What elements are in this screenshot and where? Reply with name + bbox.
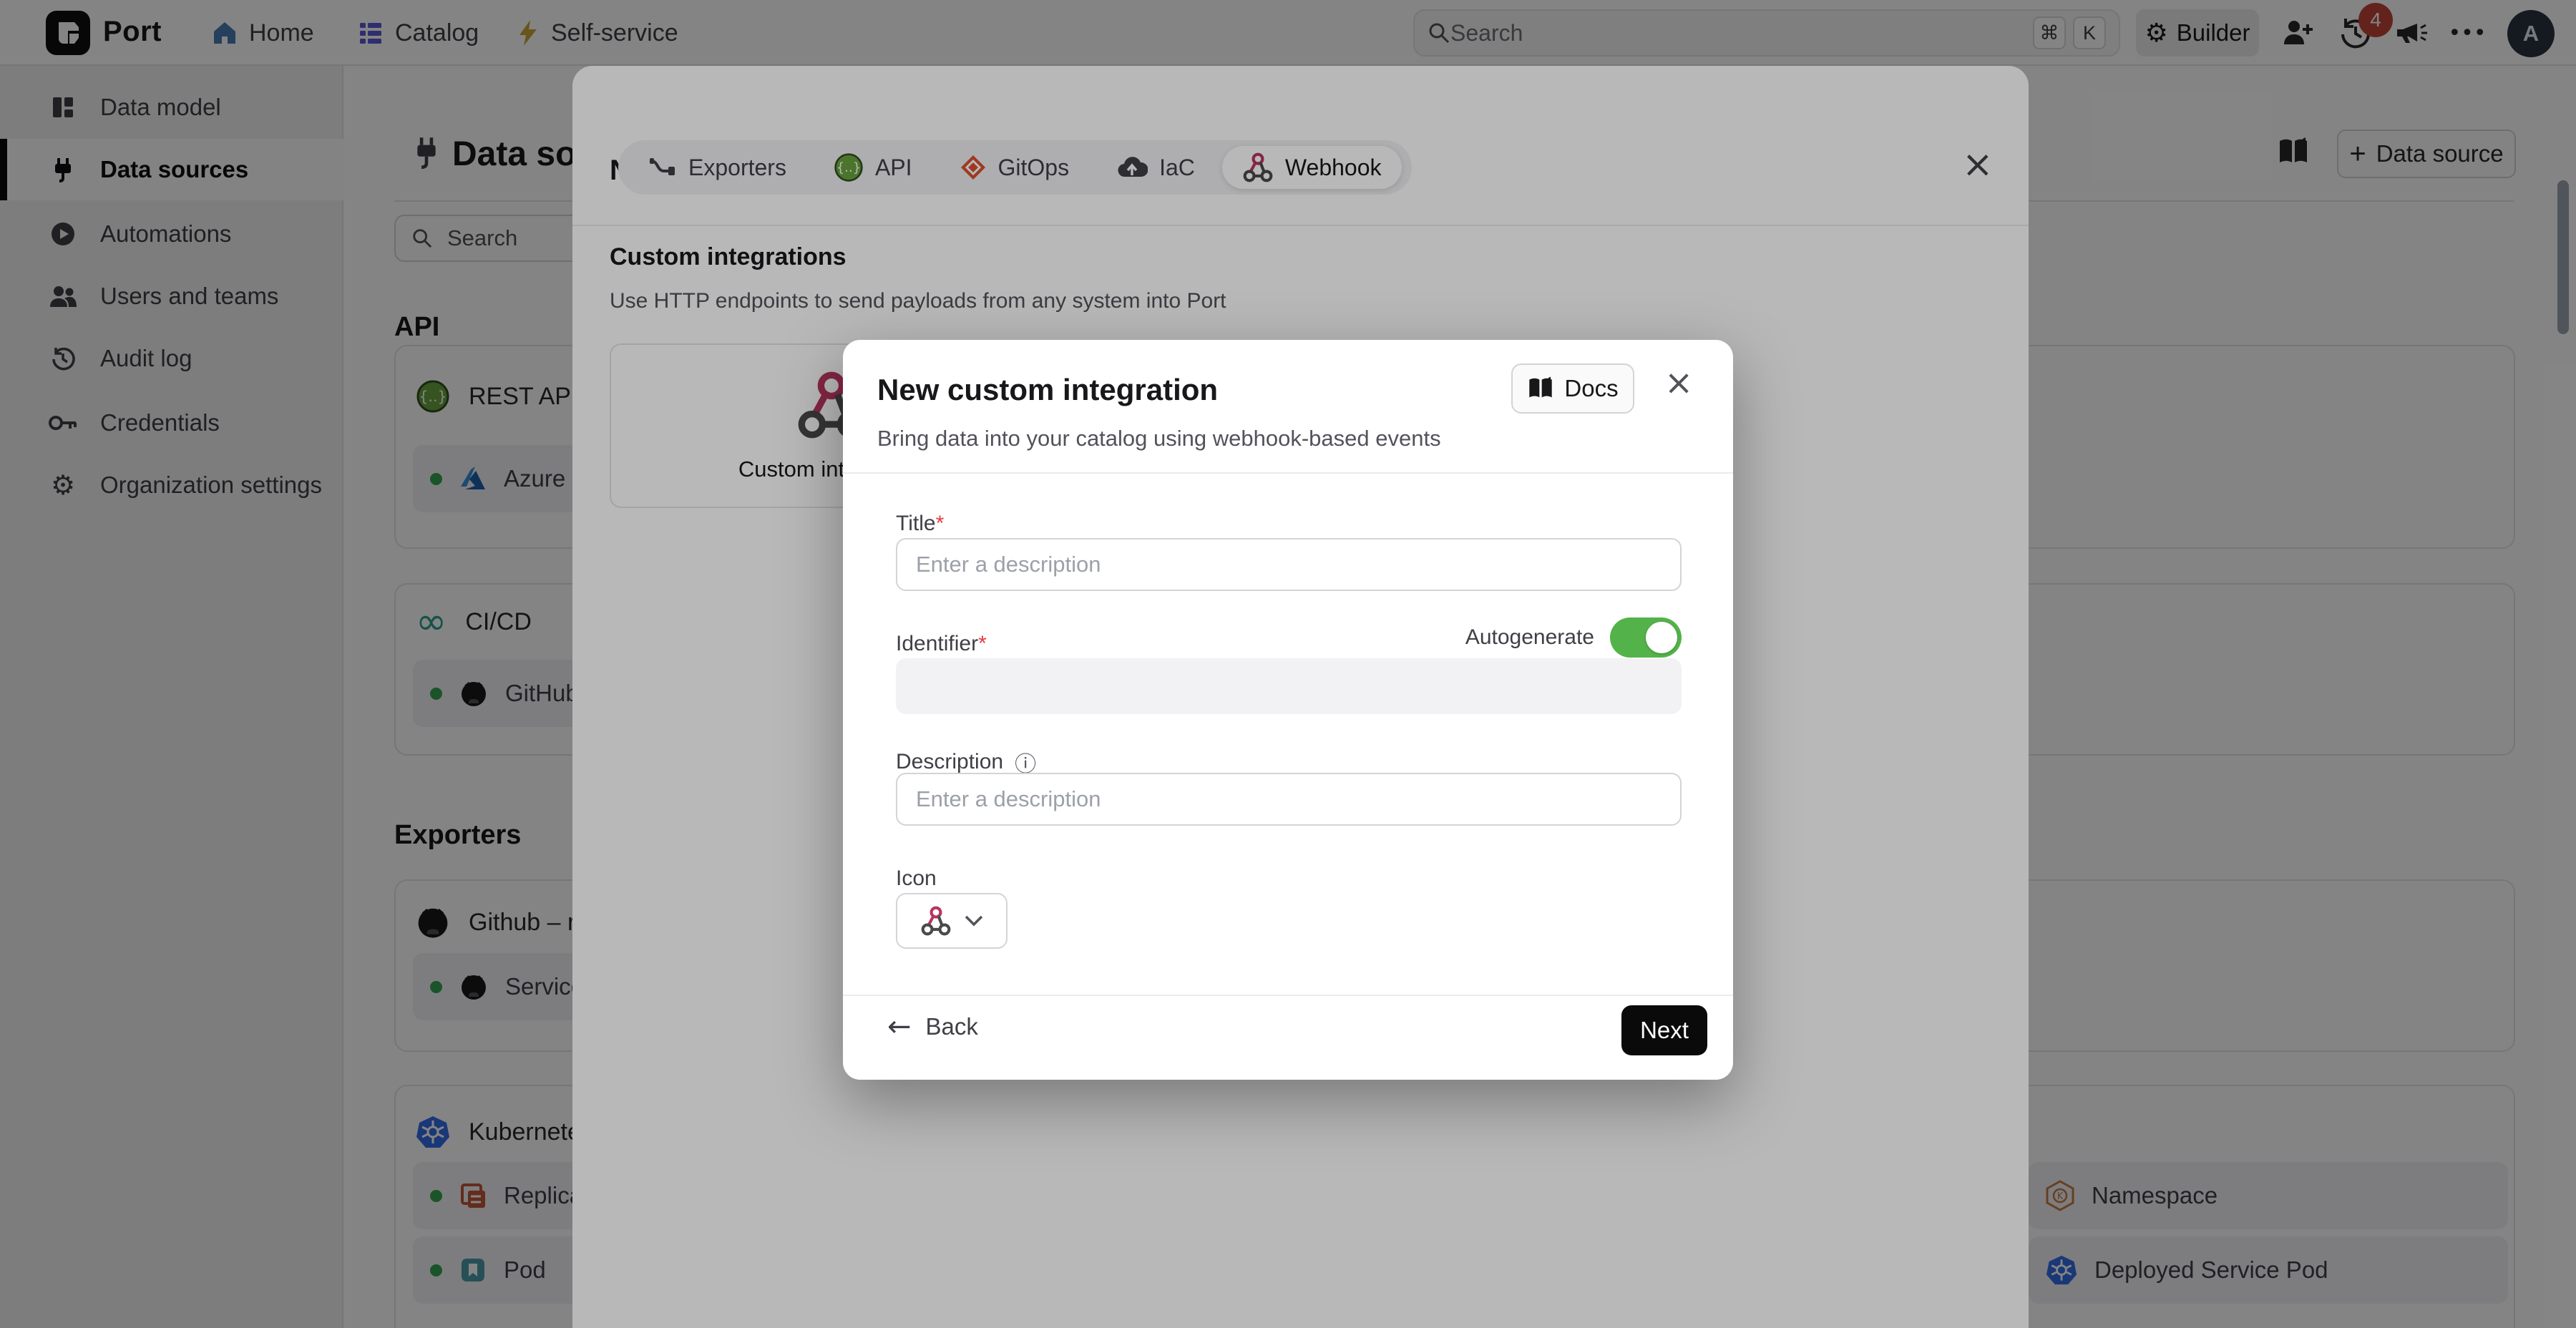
chevron-down-icon [965,915,983,927]
dialog-footer-divider [843,995,1733,996]
dialog-subtitle: Bring data into your catalog using webho… [877,426,1441,451]
icon-field-label: Icon [896,866,937,891]
next-button[interactable]: Next [1621,1005,1707,1055]
title-label-text: Title [896,512,936,535]
back-button[interactable]: ← Back [887,1012,978,1041]
title-input[interactable] [896,538,1682,591]
docs-button[interactable]: Docs [1511,363,1634,414]
webhook-icon [920,905,952,937]
description-input[interactable] [896,773,1682,826]
toggle-knob [1646,622,1677,653]
docs-book-icon [1527,376,1554,401]
screen: Port Home Catalog [0,0,2576,1328]
autogenerate-label: Autogenerate [1465,625,1594,650]
new-custom-integration-dialog: New custom integration Docs × Bring data… [843,340,1733,1080]
dialog-title: New custom integration [877,373,1218,407]
autogenerate-toggle[interactable] [1610,617,1682,658]
autogenerate-control: Autogenerate [843,617,1682,658]
dialog-divider [843,472,1733,474]
docs-label: Docs [1564,375,1618,402]
close-icon[interactable]: × [1664,366,1693,400]
back-arrow-icon: ← [887,1012,912,1041]
title-field-label: Title* [896,512,944,536]
description-label-text: Description [896,750,1003,774]
identifier-input[interactable] [896,658,1682,714]
required-asterisk: * [936,512,945,535]
icon-dropdown[interactable] [896,893,1008,949]
back-label: Back [926,1013,978,1040]
